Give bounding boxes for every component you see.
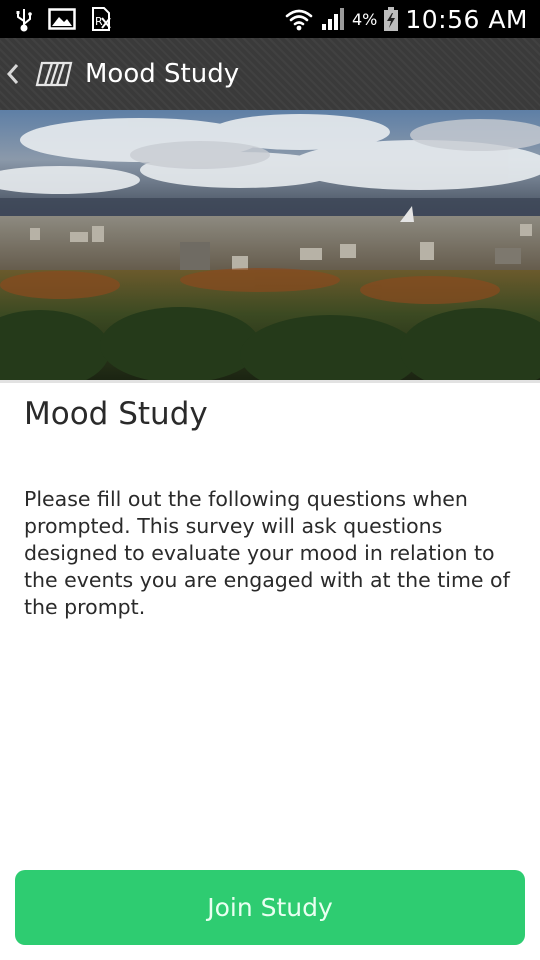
battery-icon: [384, 7, 399, 31]
city-landscape-photo: [0, 110, 540, 380]
notification-icons: R: [14, 6, 112, 32]
action-bar-title: Mood Study: [85, 59, 240, 89]
battery-percent: 4%: [351, 9, 378, 29]
image-icon: [48, 8, 76, 30]
chevron-left-icon[interactable]: [4, 60, 20, 88]
join-study-button[interactable]: Join Study: [15, 870, 525, 945]
wifi-icon: [285, 9, 313, 31]
status-bar: R 4% 10:56 AM: [0, 0, 540, 38]
usb-icon: [16, 9, 32, 32]
hero-image: [0, 110, 540, 380]
divider: [0, 380, 540, 383]
clock: 10:56 AM: [405, 4, 528, 34]
study-title: Mood Study: [24, 396, 208, 432]
striped-logo-icon[interactable]: [34, 60, 74, 88]
action-bar: Mood Study: [0, 38, 540, 110]
sim-card-icon: R: [92, 7, 111, 31]
system-indicators: 4% 10:56 AM: [284, 0, 528, 38]
svg-text:R: R: [95, 15, 103, 28]
study-description: Please fill out the following questions …: [24, 487, 510, 619]
signal-icon: [321, 8, 344, 30]
